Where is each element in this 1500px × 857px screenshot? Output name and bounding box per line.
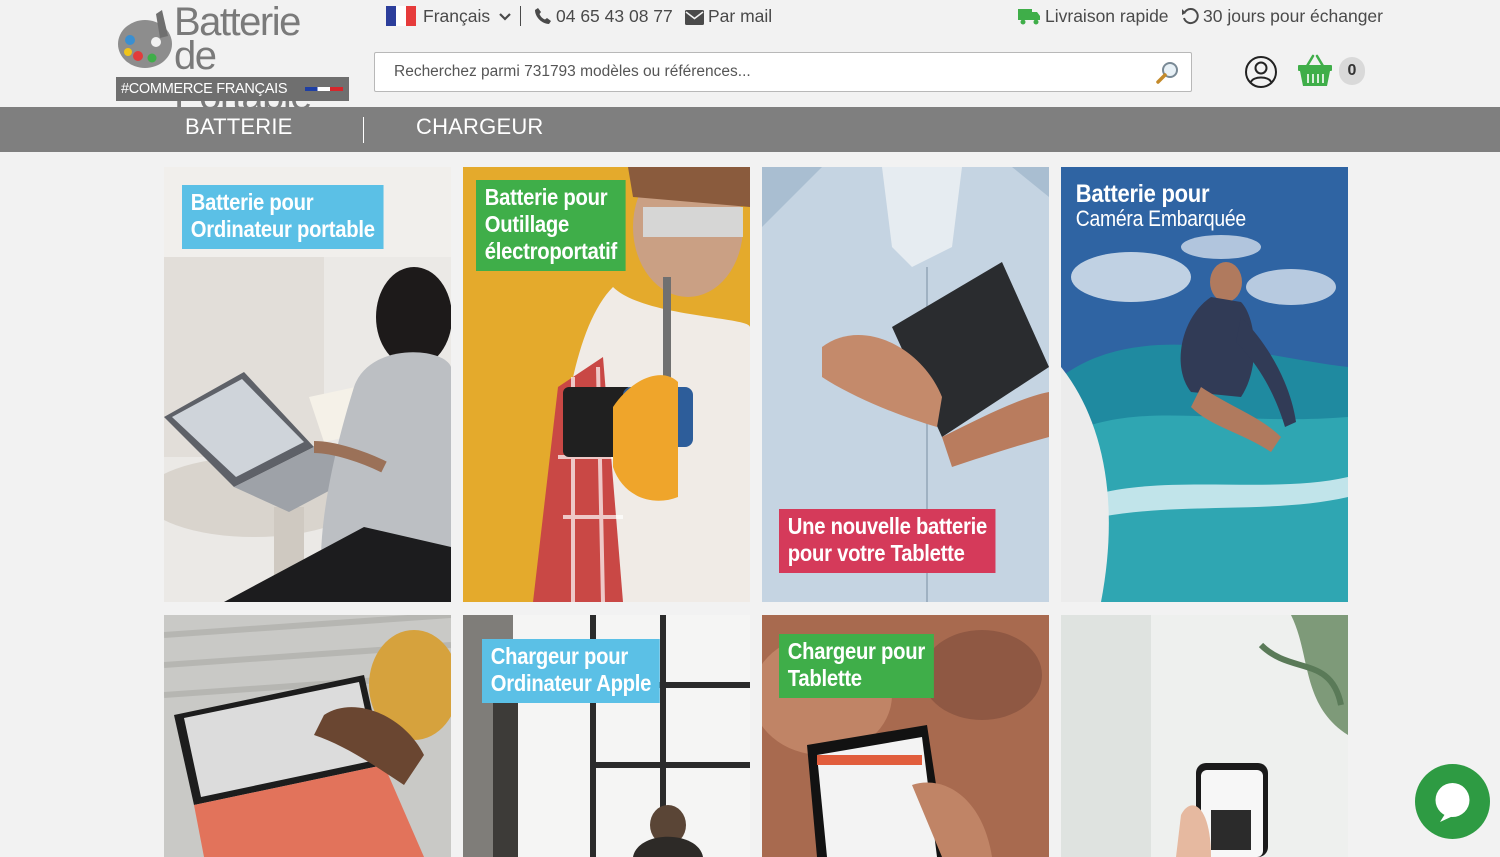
tile-label: Batterie pour Ordinateur portable <box>182 185 384 249</box>
cart-count-badge: 0 <box>1339 57 1365 85</box>
tile-label: Batterie pour Caméra Embarquée <box>1067 177 1255 236</box>
envelope-icon <box>685 10 704 25</box>
chevron-down-icon <box>499 13 511 21</box>
returns-info: 30 jours pour échanger <box>1181 4 1383 28</box>
category-tile-battery-power-tools[interactable]: Batterie pour Outillage électroportatif <box>463 167 750 602</box>
site-logo[interactable]: Batterie de Portable #COMMERCE FRANÇAIS <box>116 0 349 116</box>
shipping-label: Livraison rapide <box>1045 6 1169 26</box>
mail-link[interactable]: Par mail <box>685 4 772 28</box>
tile-label-line: Caméra Embarquée <box>1075 206 1246 231</box>
site-header: Batterie de Portable #COMMERCE FRANÇAIS … <box>0 0 1500 116</box>
chat-bubble-icon <box>1435 783 1470 822</box>
category-tile-battery-laptop[interactable]: Batterie pour Ordinateur portable <box>164 167 451 602</box>
language-selector[interactable]: Français <box>386 4 515 28</box>
tablet-stylus-photo <box>164 615 451 857</box>
tile-label-line: Une nouvelle batterie <box>787 513 987 539</box>
nav-divider <box>363 117 364 143</box>
category-tile-charger-apple[interactable]: Chargeur pour Ordinateur Apple <box>463 615 750 857</box>
tile-label: Batterie pour Outillage électroportatif <box>476 180 626 271</box>
tile-label-line: pour votre Tablette <box>787 540 965 566</box>
tile-label-line: Chargeur pour <box>490 643 628 669</box>
nav-item-batterie[interactable]: BATTERIE <box>185 107 293 152</box>
truck-icon <box>1018 9 1040 25</box>
main-navigation: BATTERIE CHARGEUR <box>0 107 1500 152</box>
hand-phone-photo <box>1061 615 1348 857</box>
undo-icon <box>1182 8 1199 25</box>
category-tile-battery-action-camera[interactable]: Batterie pour Caméra Embarquée <box>1061 167 1348 602</box>
mail-label: Par mail <box>708 6 773 26</box>
tile-label-line: Batterie pour <box>190 189 314 215</box>
palette-icon <box>118 10 172 68</box>
logo-tagline: #COMMERCE FRANÇAIS <box>116 77 349 101</box>
flag-stripe-icon <box>305 87 343 91</box>
french-flag-icon <box>386 6 416 26</box>
search-bar <box>374 52 1192 92</box>
phone-icon <box>535 8 551 24</box>
tile-label-line: Ordinateur Apple <box>490 670 652 696</box>
tile-label-line: Chargeur pour <box>787 638 925 664</box>
logo-text-line2: de Portable <box>174 34 312 116</box>
phone-link[interactable]: 04 65 43 08 77 <box>534 4 673 28</box>
tile-label: Chargeur pour Tablette <box>779 634 934 698</box>
tile-label-line: électroportatif <box>484 238 617 264</box>
tile-label-line: Ordinateur portable <box>190 216 375 242</box>
topbar-divider <box>520 6 521 26</box>
shopping-basket-icon[interactable] <box>1297 54 1333 88</box>
search-input[interactable] <box>375 53 1145 91</box>
category-tile-charger-tablet[interactable]: Chargeur pour Tablette <box>762 615 1049 857</box>
category-tile-surface[interactable] <box>164 615 451 857</box>
language-label: Français <box>423 6 491 26</box>
shipping-info: Livraison rapide <box>1018 4 1169 28</box>
tile-label-line: Outillage <box>484 211 570 237</box>
tile-label: Chargeur pour Ordinateur Apple <box>482 639 660 703</box>
user-account-icon[interactable] <box>1244 55 1278 89</box>
phone-number: 04 65 43 08 77 <box>556 6 673 26</box>
search-icon[interactable] <box>1155 60 1181 86</box>
returns-label: 30 jours pour échanger <box>1203 6 1383 26</box>
tile-label-line: Batterie pour <box>1075 180 1210 208</box>
category-tile-battery-tablet[interactable]: Une nouvelle batterie pour votre Tablett… <box>762 167 1049 602</box>
nav-item-chargeur[interactable]: CHARGEUR <box>416 107 544 152</box>
tile-label: Une nouvelle batterie pour votre Tablett… <box>779 509 996 573</box>
chat-widget-button[interactable] <box>1415 764 1490 839</box>
tile-label-line: Batterie pour <box>484 184 608 210</box>
category-tile-smartphone[interactable] <box>1061 615 1348 857</box>
logo-tagline-text: #COMMERCE FRANÇAIS <box>121 81 288 97</box>
tile-label-line: Tablette <box>787 665 862 691</box>
